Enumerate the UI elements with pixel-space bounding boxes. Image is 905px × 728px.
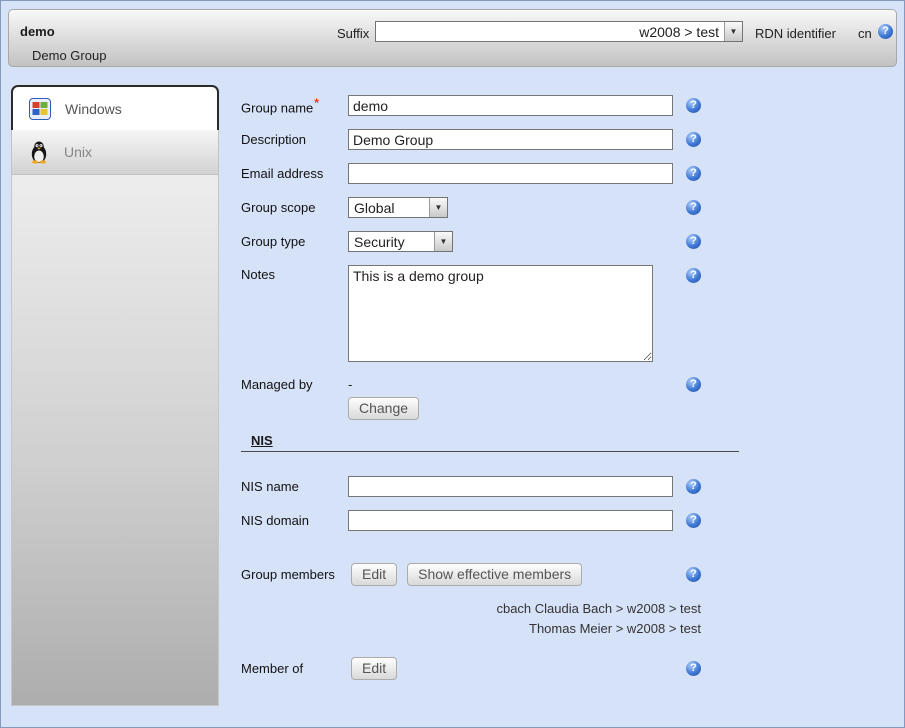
group-name-row: Group name* ? bbox=[241, 95, 701, 116]
chevron-down-icon[interactable]: ▼ bbox=[724, 22, 742, 41]
show-effective-members-button[interactable]: Show effective members bbox=[407, 563, 582, 586]
description-label: Description bbox=[241, 132, 348, 147]
required-marker: * bbox=[314, 96, 319, 110]
nis-section-header: NIS bbox=[241, 433, 739, 452]
chevron-down-icon[interactable]: ▼ bbox=[429, 198, 447, 217]
group-type-row: Group type Security ▼ ? bbox=[241, 231, 701, 252]
help-icon[interactable]: ? bbox=[686, 661, 701, 676]
group-form: Group name* ? Description ? Email addres… bbox=[241, 95, 701, 693]
notes-textarea[interactable]: This is a demo group bbox=[348, 265, 653, 362]
suffix-select-value: w2008 > test bbox=[376, 22, 724, 41]
member-of-label: Member of bbox=[241, 661, 341, 676]
help-icon[interactable]: ? bbox=[686, 132, 701, 147]
group-type-value: Security bbox=[349, 232, 434, 251]
group-edit-window: demo Demo Group Suffix w2008 > test ▼ RD… bbox=[0, 0, 905, 728]
sidebar-panel bbox=[11, 175, 219, 706]
member-entry: Thomas Meier > w2008 > test bbox=[241, 619, 701, 639]
group-scope-row: Group scope Global ▼ ? bbox=[241, 197, 701, 218]
header-bar: demo Demo Group Suffix w2008 > test ▼ RD… bbox=[8, 9, 897, 67]
group-name-label: Group name* bbox=[241, 96, 348, 115]
member-of-row: Member of Edit ? bbox=[241, 657, 701, 680]
rdn-identifier-value: cn bbox=[858, 26, 872, 41]
help-icon[interactable]: ? bbox=[686, 200, 701, 215]
managed-by-row: Managed by - ? bbox=[241, 375, 701, 393]
help-icon[interactable]: ? bbox=[686, 377, 701, 392]
suffix-label: Suffix bbox=[337, 26, 369, 41]
nis-domain-row: NIS domain ? bbox=[241, 510, 701, 531]
tab-unix-label: Unix bbox=[64, 144, 92, 160]
group-members-list: cbach Claudia Bach > w2008 > test Thomas… bbox=[241, 599, 701, 639]
tux-icon bbox=[28, 140, 50, 164]
notes-label: Notes bbox=[241, 267, 348, 282]
group-type-select[interactable]: Security ▼ bbox=[348, 231, 453, 252]
windows-logo-icon bbox=[29, 97, 51, 121]
group-scope-label: Group scope bbox=[241, 200, 348, 215]
member-of-edit-button[interactable]: Edit bbox=[351, 657, 397, 680]
help-icon[interactable]: ? bbox=[686, 234, 701, 249]
help-icon[interactable]: ? bbox=[686, 479, 701, 494]
tab-windows[interactable]: Windows bbox=[11, 85, 219, 130]
managed-by-value: - bbox=[348, 377, 352, 392]
chevron-down-icon[interactable]: ▼ bbox=[434, 232, 452, 251]
nis-domain-label: NIS domain bbox=[241, 513, 348, 528]
notes-row: Notes This is a demo group ? bbox=[241, 265, 701, 362]
description-input[interactable] bbox=[348, 129, 673, 150]
managed-by-label: Managed by bbox=[241, 377, 348, 392]
help-icon[interactable]: ? bbox=[686, 268, 701, 283]
tab-unix[interactable]: Unix bbox=[11, 130, 219, 175]
nis-name-input[interactable] bbox=[348, 476, 673, 497]
help-icon[interactable]: ? bbox=[686, 166, 701, 181]
group-name-input[interactable] bbox=[348, 95, 673, 116]
help-icon[interactable]: ? bbox=[686, 98, 701, 113]
module-tabs-sidebar: Windows Unix bbox=[11, 85, 219, 706]
email-label: Email address bbox=[241, 166, 348, 181]
description-row: Description ? bbox=[241, 129, 701, 150]
tab-windows-label: Windows bbox=[65, 101, 122, 117]
help-icon[interactable]: ? bbox=[686, 567, 701, 582]
help-icon[interactable]: ? bbox=[686, 513, 701, 528]
help-icon[interactable]: ? bbox=[878, 24, 893, 39]
page-subtitle: Demo Group bbox=[32, 48, 106, 63]
group-scope-select[interactable]: Global ▼ bbox=[348, 197, 448, 218]
managed-by-change-row: Change bbox=[241, 397, 701, 420]
email-row: Email address ? bbox=[241, 163, 701, 184]
group-members-label: Group members bbox=[241, 567, 341, 582]
change-button[interactable]: Change bbox=[348, 397, 419, 420]
nis-name-row: NIS name ? bbox=[241, 476, 701, 497]
group-type-label: Group type bbox=[241, 234, 348, 249]
nis-section-title: NIS bbox=[241, 433, 273, 448]
rdn-identifier-label: RDN identifier bbox=[755, 26, 836, 41]
nis-name-label: NIS name bbox=[241, 479, 348, 494]
email-input[interactable] bbox=[348, 163, 673, 184]
group-members-row: Group members Edit Show effective member… bbox=[241, 563, 701, 586]
group-scope-value: Global bbox=[349, 198, 429, 217]
member-entry: cbach Claudia Bach > w2008 > test bbox=[241, 599, 701, 619]
suffix-select[interactable]: w2008 > test ▼ bbox=[375, 21, 743, 42]
group-members-edit-button[interactable]: Edit bbox=[351, 563, 397, 586]
nis-domain-input[interactable] bbox=[348, 510, 673, 531]
page-title: demo bbox=[20, 24, 55, 39]
